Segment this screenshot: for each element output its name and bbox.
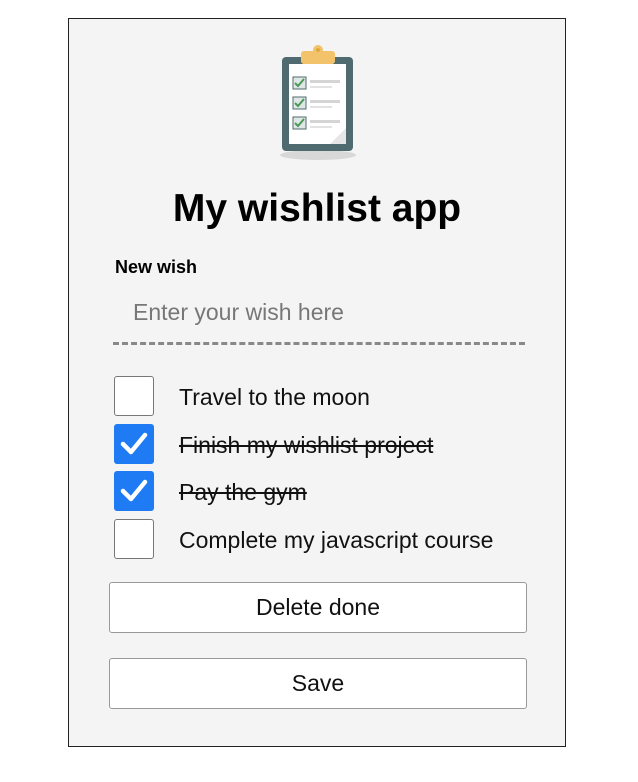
- clipboard-checklist-icon: [280, 45, 356, 160]
- wish-checkbox[interactable]: [114, 423, 154, 464]
- app-title: My wishlist app: [172, 187, 462, 230]
- checkmark-icon: [120, 479, 148, 502]
- save-button[interactable]: Save: [109, 658, 527, 709]
- new-wish-label: New wish: [115, 257, 198, 277]
- delete-done-button[interactable]: Delete done: [109, 582, 527, 633]
- checkmark-icon: [120, 432, 148, 454]
- wish-text: Pay the gym: [179, 479, 307, 505]
- wish-checkbox[interactable]: [114, 518, 154, 559]
- wish-text: Finish my wishlist project: [179, 431, 434, 458]
- wishlist-app: My wishlist app New wish Travel to the m…: [68, 18, 566, 747]
- wish-checkbox[interactable]: [114, 376, 154, 416]
- wish-text: Complete my javascript course: [179, 526, 494, 553]
- wish-checkbox[interactable]: [114, 471, 154, 511]
- wish-text: Travel to the moon: [179, 384, 370, 410]
- new-wish-input[interactable]: [113, 293, 525, 345]
